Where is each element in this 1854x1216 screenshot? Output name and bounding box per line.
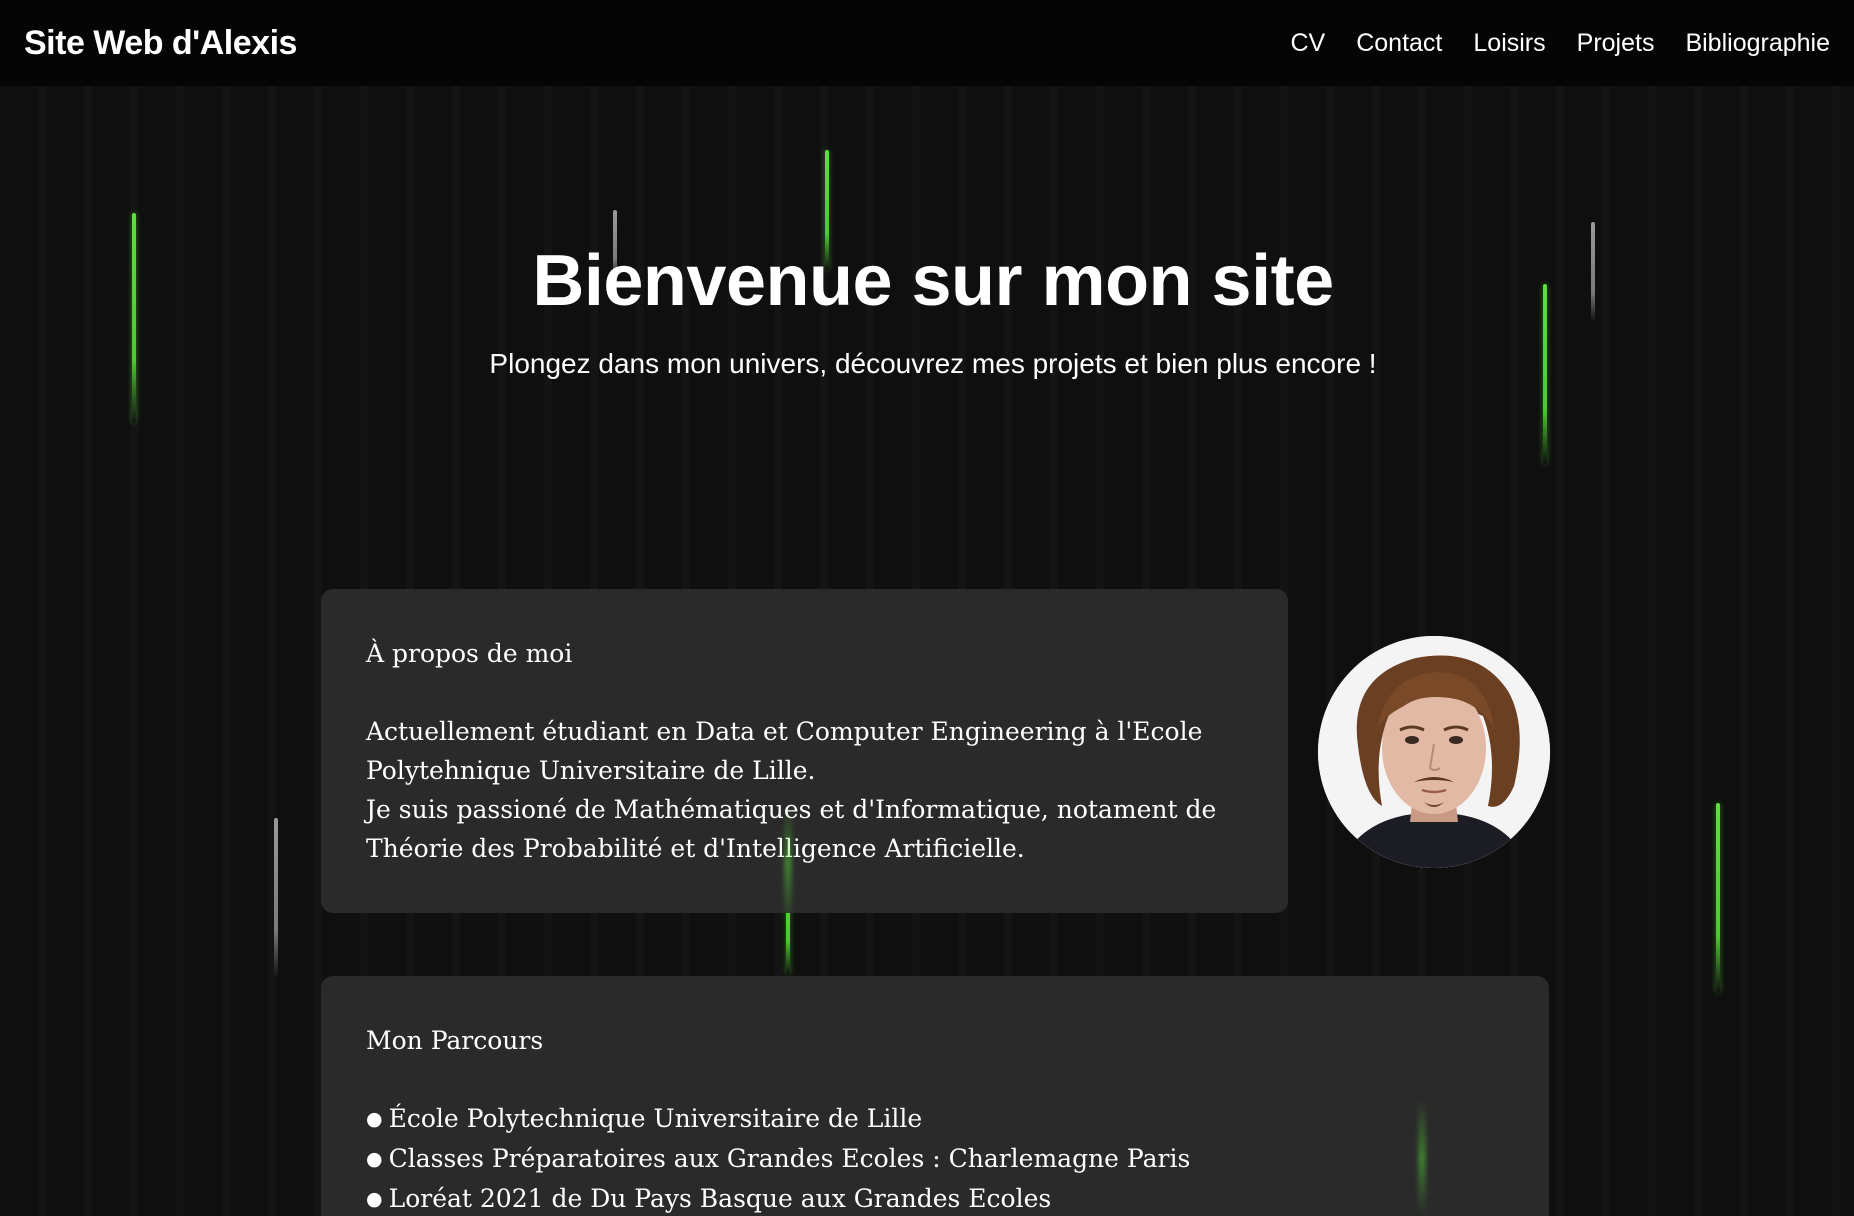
parcours-heading: Mon Parcours	[366, 1026, 544, 1055]
about-line: Je suis passioné de Mathématiques et d'I…	[366, 795, 1217, 824]
parcours-card: Mon Parcours École Polytechnique Univers…	[321, 976, 1549, 1216]
parcours-list: École Polytechnique Universitaire de Lil…	[366, 1099, 1504, 1216]
hero-subtitle: Plongez dans mon univers, découvrez mes …	[489, 348, 1377, 379]
about-heading: À propos de moi	[366, 639, 573, 668]
top-navbar: Site Web d'Alexis CV Contact Loisirs Pro…	[0, 0, 1854, 86]
about-line: Actuellement étudiant en Data et Compute…	[366, 717, 1203, 746]
about-text: Actuellement étudiant en Data et Compute…	[366, 712, 1243, 868]
hero-title: Bienvenue sur mon site	[532, 241, 1334, 321]
main-nav: CV Contact Loisirs Projets Bibliographie	[1290, 29, 1830, 58]
rain-glow	[784, 805, 792, 925]
rain-line	[1716, 803, 1720, 993]
parcours-item: Classes Préparatoires aux Grandes Ecoles…	[366, 1139, 1504, 1179]
avatar-portrait-image	[1318, 636, 1550, 868]
site-title-link[interactable]: Site Web d'Alexis	[24, 24, 297, 63]
rain-glow	[1418, 1100, 1426, 1216]
nav-link-bibliographie[interactable]: Bibliographie	[1685, 29, 1830, 58]
nav-link-loisirs[interactable]: Loisirs	[1473, 29, 1545, 58]
rain-line	[274, 818, 278, 978]
nav-link-projets[interactable]: Projets	[1577, 29, 1655, 58]
nav-link-cv[interactable]: CV	[1290, 29, 1325, 58]
about-card: À propos de moi Actuellement étudiant en…	[321, 589, 1288, 913]
about-line: Polytehnique Universitaire de Lille.	[366, 756, 816, 785]
hero-section: Bienvenue sur mon site Plongez dans mon …	[0, 240, 1854, 380]
nav-link-contact[interactable]: Contact	[1356, 29, 1442, 58]
parcours-item: Loréat 2021 de Du Pays Basque aux Grande…	[366, 1179, 1504, 1216]
about-line: Théorie des Probabilité et d'Intelligenc…	[366, 834, 1025, 863]
profile-avatar	[1318, 636, 1550, 868]
parcours-item: École Polytechnique Universitaire de Lil…	[366, 1099, 1504, 1139]
